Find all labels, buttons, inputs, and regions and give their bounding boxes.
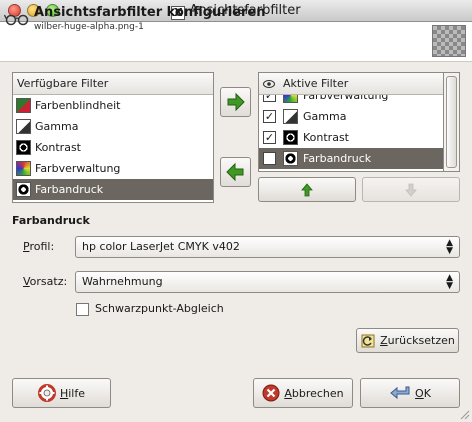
add-filter-button[interactable] xyxy=(220,87,251,117)
list-item[interactable]: Gamma xyxy=(13,116,213,137)
proof-icon xyxy=(283,151,298,166)
ok-button[interactable]: OK xyxy=(360,378,460,408)
profile-label-rest: rofil: xyxy=(29,240,55,253)
help-rest: ilfe xyxy=(68,386,86,400)
list-item-label: Gamma xyxy=(303,110,347,123)
help-button-label: Hilfe xyxy=(60,387,85,400)
gamma-icon xyxy=(16,119,31,134)
active-filters-scrollbar[interactable] xyxy=(444,72,460,172)
reset-rest: urücksetzen xyxy=(387,334,455,347)
profile-label: Profil: xyxy=(23,240,54,253)
arrow-down-icon xyxy=(405,183,417,197)
active-filters-list[interactable]: Aktive Filter ✓ Farbverwaltung ✓ Gamma ✓… xyxy=(258,72,444,172)
arrow-up-icon xyxy=(301,182,313,196)
intent-select[interactable]: Wahrnehmung ▲ ▼ xyxy=(75,271,460,293)
eye-icon xyxy=(263,80,275,88)
resize-grip-icon[interactable] xyxy=(458,408,470,420)
list-item-label: Farbenblindheit xyxy=(35,99,121,112)
available-filters-header[interactable]: Verfügbare Filter xyxy=(13,73,213,95)
contrast-icon xyxy=(16,140,31,155)
list-item[interactable]: Farbandruck xyxy=(13,179,213,200)
black-point-label[interactable]: Schwarzpunkt-Abgleich xyxy=(95,302,224,315)
list-item[interactable]: Farbverwaltung xyxy=(13,158,213,179)
help-mnemonic: H xyxy=(59,386,69,400)
cancel-button-label: Abbrechen xyxy=(284,387,343,400)
gamma-icon xyxy=(283,109,298,124)
glasses-icon xyxy=(4,14,29,26)
list-item-label: Farbandruck xyxy=(35,183,104,196)
black-point-checkbox[interactable] xyxy=(76,303,89,316)
list-item-label: Farbverwaltung xyxy=(35,162,121,175)
move-down-button[interactable] xyxy=(362,177,460,202)
cancel-mnemonic: A xyxy=(284,386,292,400)
help-button[interactable]: Hilfe xyxy=(12,378,111,408)
ok-rest: K xyxy=(423,386,431,400)
visibility-checkbox[interactable]: ✓ xyxy=(263,110,276,123)
updown-arrows-icon: ▲ ▼ xyxy=(446,238,453,256)
list-item[interactable]: ✓ Farbandruck xyxy=(259,148,443,169)
reset-mnemonic: Z xyxy=(380,334,388,347)
cancel-button[interactable]: Abbrechen xyxy=(253,378,353,408)
profile-select-value: hp color LaserJet CMYK v402 xyxy=(82,240,240,253)
available-filters-list[interactable]: Verfügbare Filter Farbenblindheit Gamma … xyxy=(12,72,214,203)
visibility-checkbox[interactable]: ✓ xyxy=(263,95,276,102)
enter-arrow-icon xyxy=(390,386,410,400)
colorblind-icon xyxy=(16,98,31,113)
list-item[interactable]: Farbenblindheit xyxy=(13,95,213,116)
active-filters-header[interactable]: Aktive Filter xyxy=(259,73,443,95)
lifebuoy-icon xyxy=(37,384,56,402)
visibility-checkbox[interactable]: ✓ xyxy=(263,131,276,144)
updown-arrows-icon: ▲ ▼ xyxy=(446,273,453,291)
reset-button-label: Zurücksetzen xyxy=(380,334,455,347)
move-up-button[interactable] xyxy=(258,177,356,202)
cancel-rest: bbrechen xyxy=(291,386,344,400)
list-item[interactable]: Kontrast xyxy=(13,137,213,158)
ok-button-label: OK xyxy=(415,387,431,400)
list-item-label: Kontrast xyxy=(35,141,81,154)
contrast-icon xyxy=(283,130,298,145)
remove-filter-button[interactable] xyxy=(220,157,251,187)
intent-label-rest: orsatz: xyxy=(29,275,68,288)
list-item[interactable]: ✓ Kontrast xyxy=(259,127,443,148)
scrollbar-thumb[interactable] xyxy=(446,76,457,168)
intent-label: Vorsatz: xyxy=(23,275,67,288)
list-item-label: Gamma xyxy=(35,120,79,133)
active-filters-viewport: ✓ Farbverwaltung ✓ Gamma ✓ Kontrast ✓ Fa… xyxy=(259,95,443,171)
color-management-icon xyxy=(283,95,298,103)
list-item-label: Farbandruck xyxy=(303,152,372,165)
reset-button[interactable]: Zurücksetzen xyxy=(356,328,459,353)
ok-mnemonic: O xyxy=(415,386,424,400)
intent-select-value: Wahrnehmung xyxy=(82,275,163,288)
list-item[interactable]: ✓ Gamma xyxy=(259,106,443,127)
list-item-label: Farbverwaltung xyxy=(303,95,389,102)
dialog-title: Ansichtsfarbfilter konfigurieren xyxy=(34,5,266,20)
arrow-right-icon xyxy=(227,92,245,112)
cancel-icon xyxy=(262,384,280,402)
list-item-label: Kontrast xyxy=(303,131,349,144)
section-title: Farbandruck xyxy=(12,214,90,227)
active-filters-header-label: Aktive Filter xyxy=(283,77,349,90)
list-item[interactable]: ✓ Farbverwaltung xyxy=(259,95,443,106)
image-name: wilber-huge-alpha.png-1 xyxy=(34,22,144,32)
arrow-left-icon xyxy=(226,162,244,182)
reset-icon xyxy=(361,334,375,347)
intent-label-mnemonic: V xyxy=(23,275,30,288)
color-management-icon xyxy=(16,161,31,176)
profile-select[interactable]: hp color LaserJet CMYK v402 ▲ ▼ xyxy=(75,236,460,258)
visibility-checkbox[interactable]: ✓ xyxy=(263,152,276,165)
image-thumbnail xyxy=(432,25,466,57)
proof-icon xyxy=(16,182,31,197)
